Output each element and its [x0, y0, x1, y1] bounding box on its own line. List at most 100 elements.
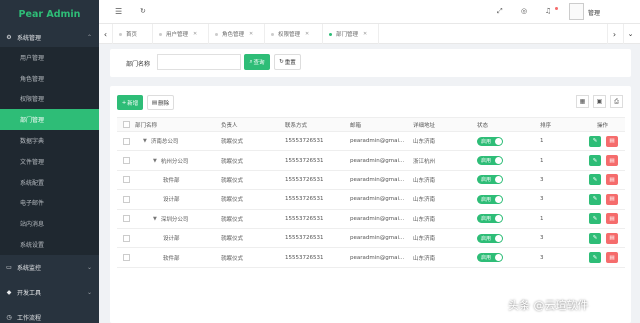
cell-sort: 3: [540, 235, 544, 242]
tab-departments[interactable]: 部门管理 ✕: [323, 24, 379, 44]
edit-button[interactable]: ✎: [589, 252, 601, 264]
avatar[interactable]: [569, 3, 584, 20]
delete-row-button[interactable]: ▤: [606, 174, 618, 186]
add-button[interactable]: + 新增: [117, 95, 143, 110]
sidebar-item-dictionary[interactable]: 数据字典: [0, 130, 99, 151]
topbar: ☰ ↻ ⤢ ◎ ♫ 管理: [99, 0, 640, 24]
pencil-icon: ✎: [592, 157, 598, 164]
caret-down-icon[interactable]: ▼: [153, 216, 157, 222]
close-icon[interactable]: ✕: [193, 31, 197, 37]
cell-name: ▼ 济南总公司: [143, 132, 178, 150]
tab-scroll-left-icon[interactable]: ‹: [99, 24, 113, 44]
status-label: 启用: [481, 196, 492, 203]
bell-icon[interactable]: ♫: [545, 7, 551, 15]
menu-group-system[interactable]: ⚙ 系统管理 ⌃: [0, 28, 99, 47]
tab-scroll-right-icon[interactable]: ›: [607, 24, 621, 44]
cell-status: 启用: [477, 190, 503, 208]
tab-dot: [159, 32, 162, 36]
sidebar-item-departments[interactable]: 部门管理: [0, 109, 99, 131]
edit-button[interactable]: ✎: [589, 135, 601, 147]
close-icon[interactable]: ✕: [363, 31, 367, 37]
tab-dot: [329, 32, 332, 36]
row-checkbox[interactable]: [117, 171, 135, 189]
sidebar-item-permissions[interactable]: 权限管理: [0, 89, 99, 110]
edit-button[interactable]: ✎: [589, 155, 601, 167]
globe-icon[interactable]: ◎: [521, 7, 527, 15]
status-toggle[interactable]: 启用: [477, 214, 503, 224]
row-checkbox[interactable]: [117, 151, 135, 169]
search-input[interactable]: [157, 54, 241, 70]
menu-group-devtools[interactable]: ◆ 开发工具 ⌄: [0, 280, 99, 305]
cell-address: 山东济南: [413, 236, 436, 243]
delete-row-button[interactable]: ▤: [606, 135, 618, 147]
status-toggle[interactable]: 启用: [477, 156, 503, 166]
close-icon[interactable]: ✕: [249, 31, 253, 37]
cell-phone: 15553726531: [285, 254, 324, 261]
tab-home[interactable]: 首页: [113, 24, 153, 44]
edit-button[interactable]: ✎: [589, 193, 601, 205]
delete-row-button[interactable]: ▤: [606, 232, 618, 244]
row-checkbox[interactable]: [117, 210, 135, 228]
print-icon[interactable]: ▣: [593, 95, 606, 108]
fullscreen-icon[interactable]: ⤢: [497, 7, 503, 16]
delete-row-button[interactable]: ▤: [606, 155, 618, 167]
tab-roles[interactable]: 角色管理 ✕: [209, 24, 265, 44]
header-phone: 联系方式: [285, 122, 308, 129]
status-toggle[interactable]: 启用: [477, 233, 503, 243]
tab-label: 首页: [126, 32, 138, 38]
caret-down-icon[interactable]: ▼: [143, 138, 147, 144]
edit-button[interactable]: ✎: [589, 232, 601, 244]
status-toggle[interactable]: 启用: [477, 194, 503, 204]
menu-toggle-icon[interactable]: ☰: [115, 7, 122, 16]
cell-leader: 就眠仪式: [221, 177, 244, 184]
delete-row-button[interactable]: ▤: [606, 213, 618, 225]
query-button[interactable]: ⌕ 查询: [244, 54, 270, 70]
notification-dot: [555, 7, 558, 10]
cell-actions: ✎ ▤: [589, 190, 623, 208]
edit-button[interactable]: ✎: [589, 213, 601, 225]
tab-permissions[interactable]: 权限管理 ✕: [265, 24, 323, 44]
row-checkbox[interactable]: [117, 132, 135, 150]
export-icon[interactable]: ⎙: [610, 95, 623, 108]
trash-icon: ▤: [609, 157, 615, 164]
row-checkbox[interactable]: [117, 190, 135, 208]
sidebar-item-config[interactable]: 系统配置: [0, 172, 99, 193]
sidebar-item-roles[interactable]: 角色管理: [0, 68, 99, 89]
edit-button[interactable]: ✎: [589, 174, 601, 186]
close-icon[interactable]: ✕: [305, 31, 309, 37]
add-button-label: 新增: [127, 100, 139, 107]
delete-row-button[interactable]: ▤: [606, 252, 618, 264]
columns-icon[interactable]: ▦: [576, 95, 589, 108]
status-toggle[interactable]: 启用: [477, 175, 503, 185]
sidebar-item-users[interactable]: 用户管理: [0, 47, 99, 68]
tab-label: 角色管理: [222, 32, 245, 38]
cell-email: pearadmin@gmai...: [350, 176, 405, 183]
toggle-knob: [495, 137, 502, 145]
select-all-checkbox[interactable]: [117, 118, 135, 131]
menu-group-workflow[interactable]: ◷ 工作流程: [0, 305, 99, 323]
cell-leader: 就眠仪式: [221, 139, 244, 146]
reset-button[interactable]: ↻ 重置: [274, 54, 301, 70]
table-row: ▼ 济南总公司 就眠仪式 15553726531 pearadmin@gmai... 山东…: [117, 132, 625, 152]
sidebar-item-files[interactable]: 文件管理: [0, 151, 99, 172]
row-checkbox[interactable]: [117, 229, 135, 247]
cell-name: ▼ 杭州分公司: [153, 151, 188, 169]
status-toggle[interactable]: 启用: [477, 136, 503, 146]
sidebar-item-email[interactable]: 电子邮件: [0, 193, 99, 214]
delete-row-button[interactable]: ▤: [606, 193, 618, 205]
status-toggle[interactable]: 启用: [477, 253, 503, 263]
row-checkbox[interactable]: [117, 248, 135, 266]
sidebar-item-messages[interactable]: 站内消息: [0, 213, 99, 234]
cell-sort: 3: [540, 254, 544, 261]
menu-group-monitor[interactable]: ▭ 系统监控 ⌄: [0, 255, 99, 280]
tab-users[interactable]: 用户管理 ✕: [153, 24, 209, 44]
delete-button[interactable]: ▤ 删除: [147, 95, 174, 110]
user-name[interactable]: 管理: [588, 8, 600, 17]
refresh-icon[interactable]: ↻: [140, 7, 146, 15]
cell-sort: 1: [540, 215, 544, 222]
chevron-down-icon[interactable]: ⌄: [623, 24, 637, 44]
cell-actions: ✎ ▤: [589, 248, 623, 266]
department-table: 部门名称 负责人 联系方式 邮箱 详细地址 状态 排序 操作 ▼ 济南总公司 就眠仪…: [117, 117, 625, 268]
caret-down-icon[interactable]: ▼: [153, 158, 157, 164]
sidebar-item-settings[interactable]: 系统设置: [0, 234, 99, 255]
